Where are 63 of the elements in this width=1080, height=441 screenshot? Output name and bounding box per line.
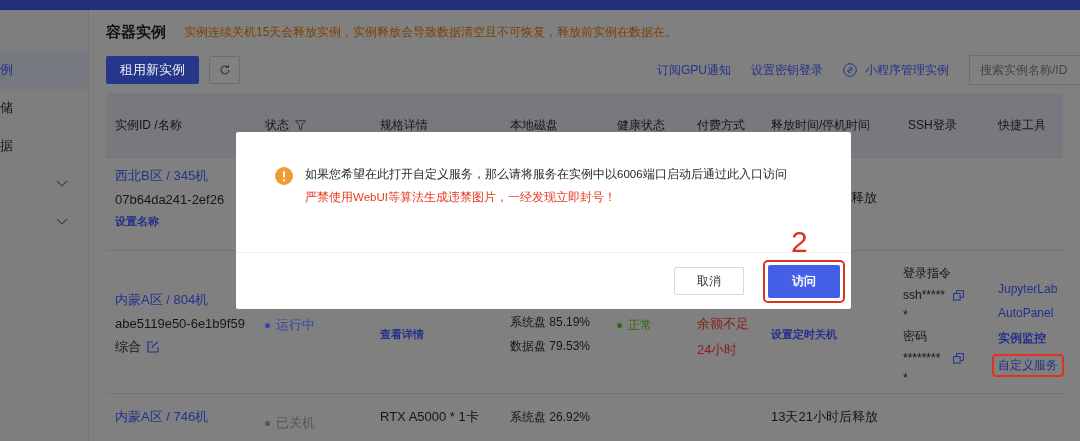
- view-details-link[interactable]: 查看详情: [380, 327, 424, 342]
- instance-region-link[interactable]: 西北B区 / 345机: [115, 167, 209, 185]
- disk-usage: 数据盘 79.53%: [510, 338, 591, 355]
- copy-icon[interactable]: [953, 289, 964, 301]
- instance-region-link[interactable]: 内蒙A区 / 746机: [115, 408, 209, 426]
- instance-name: 综合: [115, 338, 141, 356]
- disk-usage: 系统盘 85.19%: [510, 314, 591, 331]
- status-text: 运行中: [276, 316, 315, 334]
- release-time: 释放: [851, 189, 877, 207]
- column-header: 释放时间/停机时间: [771, 116, 871, 134]
- ssh-value: ssh*****: [903, 288, 947, 302]
- quick-tool-link[interactable]: JupyterLab: [992, 279, 1064, 299]
- dialog-button[interactable]: 访问: [768, 264, 840, 298]
- column-header: 付费方式: [697, 116, 745, 134]
- column-header: 快捷工具: [998, 116, 1046, 134]
- sidebar-item[interactable]: 例: [0, 51, 88, 89]
- ssh-label: 密码: [903, 328, 928, 345]
- instance-region-link[interactable]: 内蒙A区 / 804机: [115, 291, 209, 309]
- annotation-number: 2: [791, 227, 808, 257]
- column-header: 实例ID /名称: [115, 116, 182, 134]
- column-header: SSH登录: [908, 116, 957, 134]
- page-title: 容器实例: [106, 22, 166, 42]
- instance-id: abe5119e50-6e1b9f59: [115, 316, 245, 331]
- notice-text: 实例连续关机15天会释放实例，实例释放会导致数据清空且不可恢复，释放前实例在数据在。: [184, 23, 678, 41]
- ssh-label: 登录指令: [903, 265, 951, 282]
- quick-tool-link[interactable]: AutoPanel: [992, 303, 1060, 323]
- health-dot: [617, 323, 622, 328]
- sidebar-item[interactable]: 据: [0, 127, 88, 165]
- gpu-spec: RTX A5000 * 1卡: [380, 408, 479, 426]
- dialog-warning: 严禁使用WebUI等算法生成违禁图片，一经发现立即封号！: [305, 190, 617, 205]
- chevron-down-icon[interactable]: [56, 180, 68, 188]
- column-header: 健康状态: [617, 116, 665, 134]
- ssh-value: ********: [903, 351, 942, 365]
- column-header: 规格详情: [380, 116, 428, 134]
- ssh-value: *: [903, 371, 909, 385]
- release-time: 13天21小时后释放: [771, 408, 878, 426]
- toolbar-link[interactable]: 小程序管理实例: [865, 61, 949, 79]
- refresh-button[interactable]: [209, 56, 240, 84]
- chevron-down-icon[interactable]: [56, 218, 68, 226]
- quick-tool-link[interactable]: 自定义服务: [992, 354, 1064, 377]
- dialog-message: 如果您希望在此打开自定义服务，那么请将服务在实例中以6006端口启动后通过此入口访问: [305, 167, 787, 182]
- disk-usage: 系统盘 26.92%: [510, 409, 591, 426]
- column-header: 状态: [265, 116, 289, 134]
- rent-instance-button[interactable]: 租用新实例: [106, 56, 199, 84]
- instance-id: 07b64da241-2ef26: [115, 192, 225, 207]
- refresh-icon: [218, 64, 231, 76]
- dialog-button[interactable]: 取消: [674, 267, 744, 295]
- sidebar-item[interactable]: 储: [0, 89, 88, 127]
- ssh-value: *: [903, 308, 909, 322]
- edit-icon[interactable]: [147, 341, 159, 353]
- column-header: 本地磁盘: [510, 116, 558, 134]
- toolbar-link[interactable]: 订阅GPU通知: [657, 61, 731, 79]
- search-field[interactable]: 搜索实例名称/ID: [969, 55, 1080, 85]
- toolbar-link[interactable]: 设置密钥登录: [751, 61, 823, 79]
- copy-icon[interactable]: [953, 352, 964, 364]
- set-shutdown-link[interactable]: 设置定时关机: [771, 327, 837, 342]
- health-text: 正常: [628, 317, 652, 334]
- set-name-link[interactable]: 设置名称: [115, 214, 159, 229]
- quick-tool-link[interactable]: 实例监控: [992, 327, 1052, 350]
- billing-warning: 余额不足: [697, 315, 749, 333]
- billing-warning: 24小时: [697, 341, 738, 359]
- warning-icon: [275, 167, 293, 185]
- filter-icon[interactable]: [295, 119, 306, 131]
